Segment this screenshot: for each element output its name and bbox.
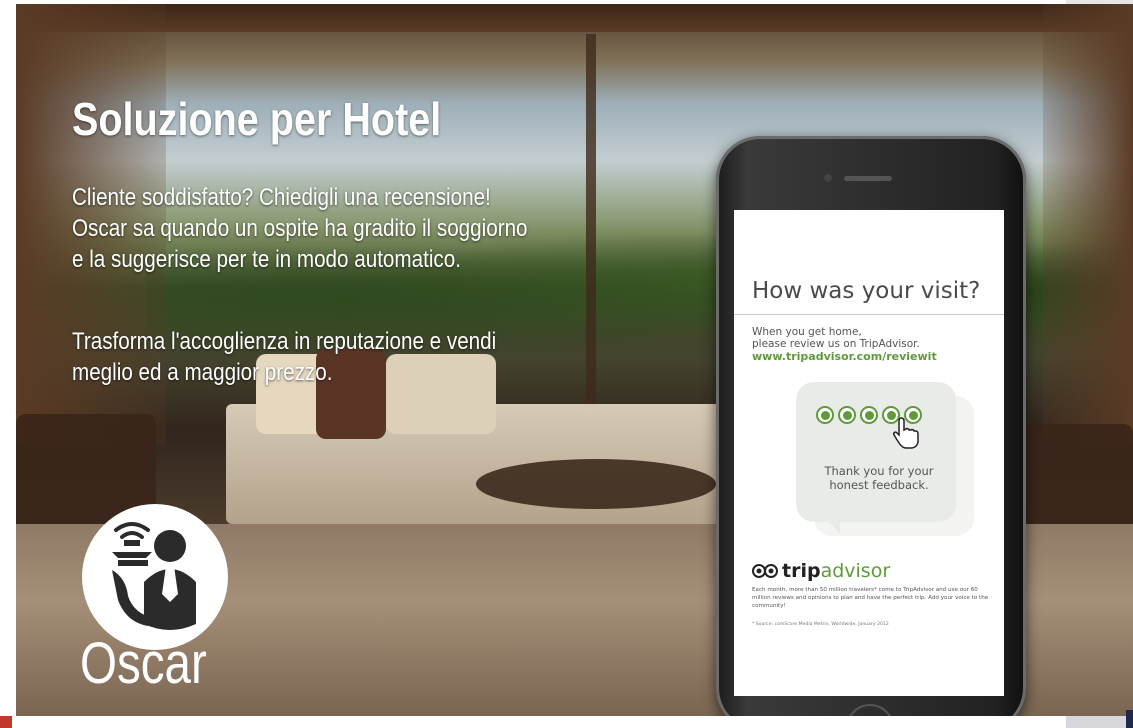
banner-paragraph-review: Cliente soddisfatto? Chiedigli una recen… bbox=[72, 184, 528, 273]
rating-dot[interactable] bbox=[860, 406, 878, 424]
rating-dot[interactable] bbox=[838, 406, 856, 424]
rating-dot[interactable] bbox=[816, 406, 834, 424]
tripadvisor-fine-print: Each month, more than 50 million travele… bbox=[752, 587, 989, 609]
oscar-waiter-logo-icon bbox=[82, 504, 228, 650]
visit-question: How was your visit? bbox=[752, 278, 981, 304]
oscar-logo-text: Oscar bbox=[80, 631, 207, 696]
wifi-signal-icon bbox=[114, 522, 150, 539]
page-edge-bottom bbox=[1066, 716, 1133, 728]
smartphone: How was your visit? When you get home, p… bbox=[716, 136, 1026, 716]
review-request: When you get home, please review us on T… bbox=[752, 326, 920, 350]
coffee-table bbox=[476, 459, 716, 509]
page-edge-top bbox=[1066, 0, 1133, 4]
tripadvisor-brand-bold: trip bbox=[782, 560, 821, 582]
owl-eyes-icon bbox=[752, 564, 778, 578]
window-frame-top bbox=[16, 4, 1133, 32]
window-frame-right bbox=[1043, 4, 1133, 444]
phone-speaker bbox=[844, 176, 892, 181]
banner-title: Soluzione per Hotel bbox=[72, 93, 442, 145]
hotel-banner: Soluzione per Hotel Cliente soddisfatto?… bbox=[16, 4, 1133, 716]
hand-cursor-icon bbox=[892, 416, 920, 455]
phone-home-button bbox=[846, 704, 894, 716]
page-corner-mark bbox=[0, 716, 12, 728]
thanks-message: Thank you for your honest feedback. bbox=[824, 464, 934, 492]
tripadvisor-brand-light: advisor bbox=[820, 560, 891, 582]
tripadvisor-logo: tripadvisor bbox=[752, 560, 890, 582]
phone-camera bbox=[824, 174, 832, 182]
banner-paragraph-reputation: Trasforma l'accoglienza in reputazione e… bbox=[72, 328, 497, 386]
page-edge-mark bbox=[1126, 710, 1133, 728]
review-url-link[interactable]: www.tripadvisor.com/reviewit bbox=[752, 350, 937, 363]
speech-bubble bbox=[796, 382, 956, 522]
phone-screen: How was your visit? When you get home, p… bbox=[734, 210, 1004, 696]
divider bbox=[734, 314, 1004, 315]
tripadvisor-source-note: * Source: comScore Media Metrix, Worldwi… bbox=[752, 622, 889, 627]
speech-bubble-tail bbox=[818, 510, 840, 534]
